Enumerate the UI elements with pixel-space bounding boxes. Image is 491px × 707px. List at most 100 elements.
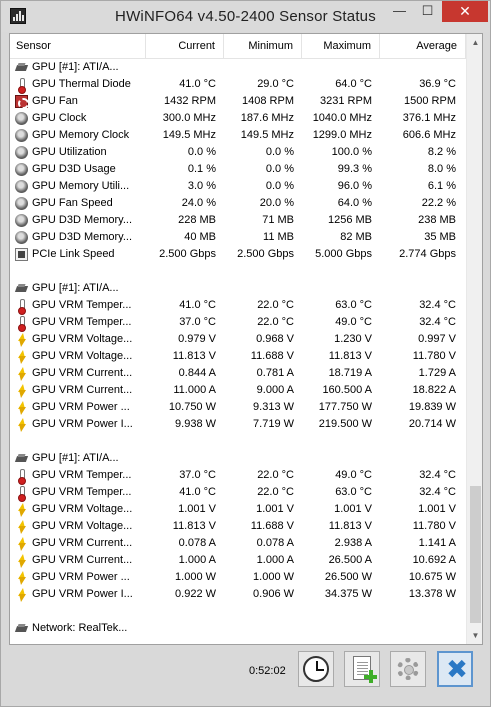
- current-value: [146, 59, 216, 76]
- maximize-button[interactable]: ☐: [414, 1, 441, 22]
- maximum-value: 63.0 °C: [335, 299, 372, 311]
- average-value: 22.2 %: [421, 197, 456, 209]
- column-header-minimum[interactable]: Minimum: [224, 34, 302, 59]
- minimum-value: 1.000 W: [253, 571, 294, 583]
- sensor-name: [32, 603, 144, 620]
- table-row[interactable]: GPU Memory Clock 149.5 MHz 149.5 MHz 1299.0…: [10, 127, 466, 144]
- average-value: 376.1 MHz: [402, 112, 456, 124]
- table-row[interactable]: GPU VRM Current... 0.078 A 0.078 A 2.938 A 1…: [10, 535, 466, 552]
- minimum-value: [224, 433, 294, 450]
- gear-icon: [397, 658, 419, 680]
- close-button[interactable]: ✕: [442, 1, 488, 22]
- average-value: 10.675 W: [408, 571, 456, 583]
- sensor-name: GPU [#1]: ATI/A...: [32, 61, 119, 73]
- average-value: 19.839 W: [408, 401, 456, 413]
- average-value: 1.141 A: [418, 537, 456, 549]
- table-row[interactable]: GPU VRM Temper... 37.0 °C 22.0 °C 49.0 °C 32…: [10, 467, 466, 485]
- minimum-value: 71 MB: [262, 214, 294, 226]
- exit-button[interactable]: ✖: [437, 651, 473, 687]
- maximum-value: 49.0 °C: [335, 316, 372, 328]
- sensor-name: GPU Thermal Diode: [32, 78, 131, 90]
- vertical-scrollbar[interactable]: ▲ ▼: [466, 34, 482, 644]
- table-row[interactable]: GPU VRM Temper... 37.0 °C 22.0 °C 49.0 °C 32…: [10, 314, 466, 332]
- minimum-value: 9.313 W: [253, 401, 294, 413]
- logging-button[interactable]: [344, 651, 380, 687]
- table-header: Sensor Current Minimum Maximum Average: [10, 34, 466, 59]
- table-row[interactable]: GPU D3D Usage 0.1 % 0.0 % 99.3 % 8.0 %: [10, 161, 466, 178]
- minimum-value: 0.0 %: [265, 180, 294, 192]
- table-row[interactable]: GPU VRM Voltage... 11.813 V 11.688 V 11.813…: [10, 348, 466, 365]
- sensor-name: GPU VRM Current...: [32, 537, 133, 549]
- plus-icon: [364, 670, 377, 683]
- sensor-name: GPU Fan Speed: [32, 197, 113, 209]
- table-row[interactable]: GPU Fan Speed 24.0 % 20.0 % 64.0 % 22.2 %: [10, 195, 466, 212]
- minimum-value: 20.0 %: [259, 197, 294, 209]
- table-row[interactable]: GPU VRM Voltage... 1.001 V 1.001 V 1.001 V 1…: [10, 501, 466, 518]
- current-value: 24.0 %: [181, 197, 216, 209]
- column-header-current[interactable]: Current: [146, 34, 224, 59]
- table-row[interactable]: GPU VRM Power I... 9.938 W 7.719 W 219.500 …: [10, 416, 466, 433]
- table-row[interactable]: GPU VRM Temper... 41.0 °C 22.0 °C 63.0 °C 32…: [10, 484, 466, 502]
- current-value: 1.001 V: [178, 503, 216, 515]
- average-value: 1.001 V: [418, 503, 456, 515]
- table-row[interactable]: GPU VRM Power ... 1.000 W 1.000 W 26.500 W 1…: [10, 569, 466, 586]
- table-row[interactable]: GPU Memory Utili... 3.0 % 0.0 % 96.0 % 6.1 %: [10, 178, 466, 195]
- current-value: 0.844 A: [178, 367, 216, 379]
- table-row[interactable]: GPU VRM Current... 0.844 A 0.781 A 18.719 A…: [10, 365, 466, 382]
- lightning-icon: [15, 350, 28, 364]
- column-header-average[interactable]: Average: [380, 34, 466, 59]
- minimum-value: [224, 620, 294, 637]
- clock-icon: [15, 214, 28, 227]
- clock-icon: [15, 180, 28, 193]
- settings-button[interactable]: [390, 651, 426, 687]
- table-row[interactable]: GPU VRM Current... 11.000 A 9.000 A 160.500…: [10, 382, 466, 399]
- minimum-value: 7.719 W: [253, 418, 294, 430]
- table-row[interactable]: GPU D3D Memory... 40 MB 11 MB 82 MB 35 MB: [10, 229, 466, 246]
- current-value: 1.000 W: [175, 571, 216, 583]
- scroll-down-arrow-icon[interactable]: ▼: [467, 627, 482, 644]
- current-value: 2.500 Gbps: [159, 248, 216, 260]
- table-row[interactable]: GPU VRM Temper... 41.0 °C 22.0 °C 63.0 °C 32…: [10, 297, 466, 315]
- maximum-value: 82 MB: [340, 231, 372, 243]
- title-bar[interactable]: HWiNFO64 v4.50-2400 Sensor Status — ☐ ✕: [1, 1, 490, 32]
- reset-timer-button[interactable]: [298, 651, 334, 687]
- thermometer-icon: [15, 299, 28, 315]
- average-value: 8.0 %: [427, 163, 456, 175]
- column-header-maximum[interactable]: Maximum: [302, 34, 380, 59]
- minimum-value: 11.688 V: [250, 520, 294, 532]
- table-row[interactable]: GPU Utilization 0.0 % 0.0 % 100.0 % 8.2 %: [10, 144, 466, 161]
- sensor-name: GPU VRM Temper...: [32, 316, 132, 328]
- maximum-value: 11.813 V: [328, 520, 372, 532]
- table-row[interactable]: Network: RealTek...: [10, 620, 466, 637]
- table-row[interactable]: GPU VRM Current... 1.000 A 1.000 A 26.500 A…: [10, 552, 466, 569]
- current-value: 10.750 W: [168, 401, 216, 413]
- clock-icon: [15, 231, 28, 244]
- table-row[interactable]: GPU VRM Voltage... 11.813 V 11.688 V 11.813…: [10, 518, 466, 535]
- scroll-up-arrow-icon[interactable]: ▲: [467, 34, 482, 51]
- sensor-name: GPU Utilization: [32, 146, 107, 158]
- average-value: 32.4 °C: [419, 316, 456, 328]
- sensor-name: GPU VRM Power ...: [32, 571, 130, 583]
- maximum-value: 64.0 °C: [335, 78, 372, 90]
- sensor-name: GPU VRM Power I...: [32, 418, 133, 430]
- table-row[interactable]: GPU VRM Power I... 0.922 W 0.906 W 34.375 W…: [10, 586, 466, 603]
- minimum-value: 29.0 °C: [257, 78, 294, 90]
- table-row[interactable]: GPU Thermal Diode 41.0 °C 29.0 °C 64.0 °C 36…: [10, 76, 466, 94]
- table-row[interactable]: GPU [#1]: ATI/A...: [10, 280, 466, 297]
- table-row[interactable]: GPU [#1]: ATI/A...: [10, 450, 466, 467]
- table-row[interactable]: GPU Fan 1432 RPM 1408 RPM 3231 RPM 1500 RPM: [10, 93, 466, 110]
- table-row[interactable]: GPU VRM Power ... 10.750 W 9.313 W 177.750 …: [10, 399, 466, 416]
- scrollbar-thumb[interactable]: [470, 486, 481, 623]
- table-row[interactable]: GPU D3D Memory... 228 MB 71 MB 1256 MB 238 M…: [10, 212, 466, 229]
- lightning-icon: [15, 537, 28, 551]
- table-row[interactable]: GPU VRM Voltage... 0.979 V 0.968 V 1.230 V 0…: [10, 331, 466, 348]
- column-header-sensor[interactable]: Sensor: [10, 34, 146, 59]
- current-value: 9.938 W: [175, 418, 216, 430]
- table-row[interactable]: GPU Clock 300.0 MHz 187.6 MHz 1040.0 MHz 376…: [10, 110, 466, 127]
- average-value: 2.774 Gbps: [399, 248, 456, 260]
- minimize-button[interactable]: —: [386, 1, 413, 22]
- table-row[interactable]: GPU [#1]: ATI/A...: [10, 59, 466, 76]
- table-row[interactable]: PCIe Link Speed 2.500 Gbps 2.500 Gbps 5.000…: [10, 246, 466, 263]
- current-value: 41.0 °C: [179, 486, 216, 498]
- sensor-name: PCIe Link Speed: [32, 248, 115, 260]
